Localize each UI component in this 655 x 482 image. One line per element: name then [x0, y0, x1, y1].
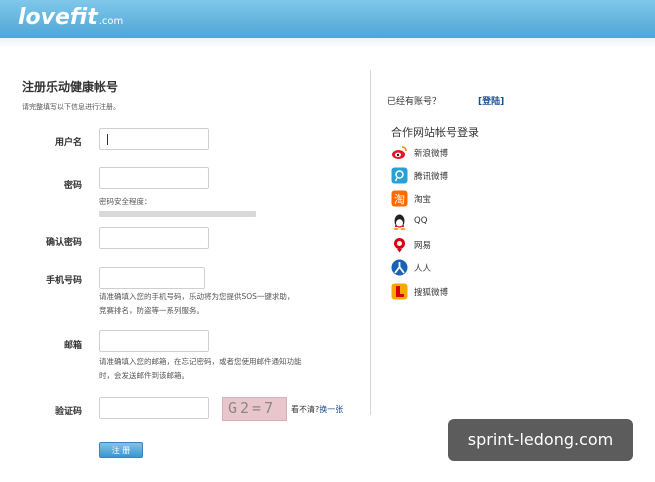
partner-label: 新浪微博 [414, 149, 449, 159]
captcha-refresh: 看不清?换一张 [291, 404, 343, 415]
vertical-divider [370, 70, 371, 415]
phone-label: 手机号码 [45, 276, 82, 286]
confirm-password-label: 确认密码 [45, 238, 82, 248]
weibo-icon [392, 146, 407, 159]
partner-label: QQ [414, 216, 428, 226]
email-hint-line: 请准确填入您的邮箱，在忘记密码，或者您使用邮件通知功能 [99, 357, 302, 366]
captcha-label: 验证码 [54, 407, 82, 417]
captcha-input[interactable] [99, 397, 209, 419]
partner-login-title: 合作网站帐号登录 [391, 126, 479, 139]
username-input[interactable] [99, 128, 209, 150]
lovefit-logo[interactable]: lovefit.com [18, 5, 123, 30]
header-subband [0, 38, 655, 48]
watermark-badge: sprint-ledong.com [448, 419, 633, 461]
tencent-weibo-icon [391, 167, 408, 184]
qq-icon [393, 214, 406, 230]
page-subtitle: 请完整填写以下信息进行注册。 [22, 103, 120, 111]
confirm-password-input[interactable] [99, 227, 209, 249]
phone-hint-line: 请准确填入您的手机号码，乐动将为您提供SOS一键求助， [99, 292, 295, 301]
password-strength-label: 密码安全程度： [99, 197, 152, 206]
refresh-captcha-link[interactable]: 换一张 [319, 405, 343, 414]
password-label: 密码 [63, 181, 82, 191]
partner-label: 搜狐微博 [414, 288, 449, 298]
logo-suffix: .com [98, 16, 124, 27]
email-input[interactable] [99, 330, 209, 352]
partner-label: 人人 [414, 264, 432, 274]
password-strength-bar [99, 211, 256, 217]
partner-label: 淘宝 [414, 195, 432, 205]
phone-input[interactable] [99, 267, 205, 289]
captcha-text: G2=7 [228, 399, 277, 417]
register-button[interactable]: 注 册 [99, 442, 143, 458]
netease-icon [394, 238, 405, 253]
refresh-prefix: 看不清? [291, 405, 320, 414]
partner-label: 腾讯微博 [414, 172, 449, 182]
sohu-weibo-icon [391, 283, 408, 300]
taobao-icon: 淘 [391, 190, 408, 207]
username-label: 用户名 [54, 138, 82, 148]
text-cursor [107, 134, 108, 145]
partner-label: 网易 [414, 241, 432, 251]
phone-hint-line: 竞赛排名，防盗等一系列服务。 [99, 306, 204, 315]
have-account-text: 已经有账号？ [387, 97, 442, 107]
top-header-bar: lovefit.com [0, 0, 655, 38]
page-title: 注册乐动健康帐号 [22, 80, 119, 94]
svg-text:淘: 淘 [394, 193, 405, 206]
phone-hint: 请准确填入您的手机号码，乐动将为您提供SOS一键求助， 竞赛排名，防盗等一系列服… [99, 290, 294, 318]
captcha-image[interactable]: G2=7 [222, 397, 287, 421]
login-link[interactable]: [登陆] [478, 94, 504, 107]
email-hint: 请准确填入您的邮箱，在忘记密码，或者您使用邮件通知功能 时，会发送邮件到该邮箱。 [99, 355, 302, 383]
password-input[interactable] [99, 167, 209, 189]
renren-icon [391, 259, 408, 276]
email-hint-line: 时，会发送邮件到该邮箱。 [99, 371, 189, 380]
logo-text: lovefit [18, 5, 98, 30]
email-label: 邮箱 [63, 341, 82, 351]
